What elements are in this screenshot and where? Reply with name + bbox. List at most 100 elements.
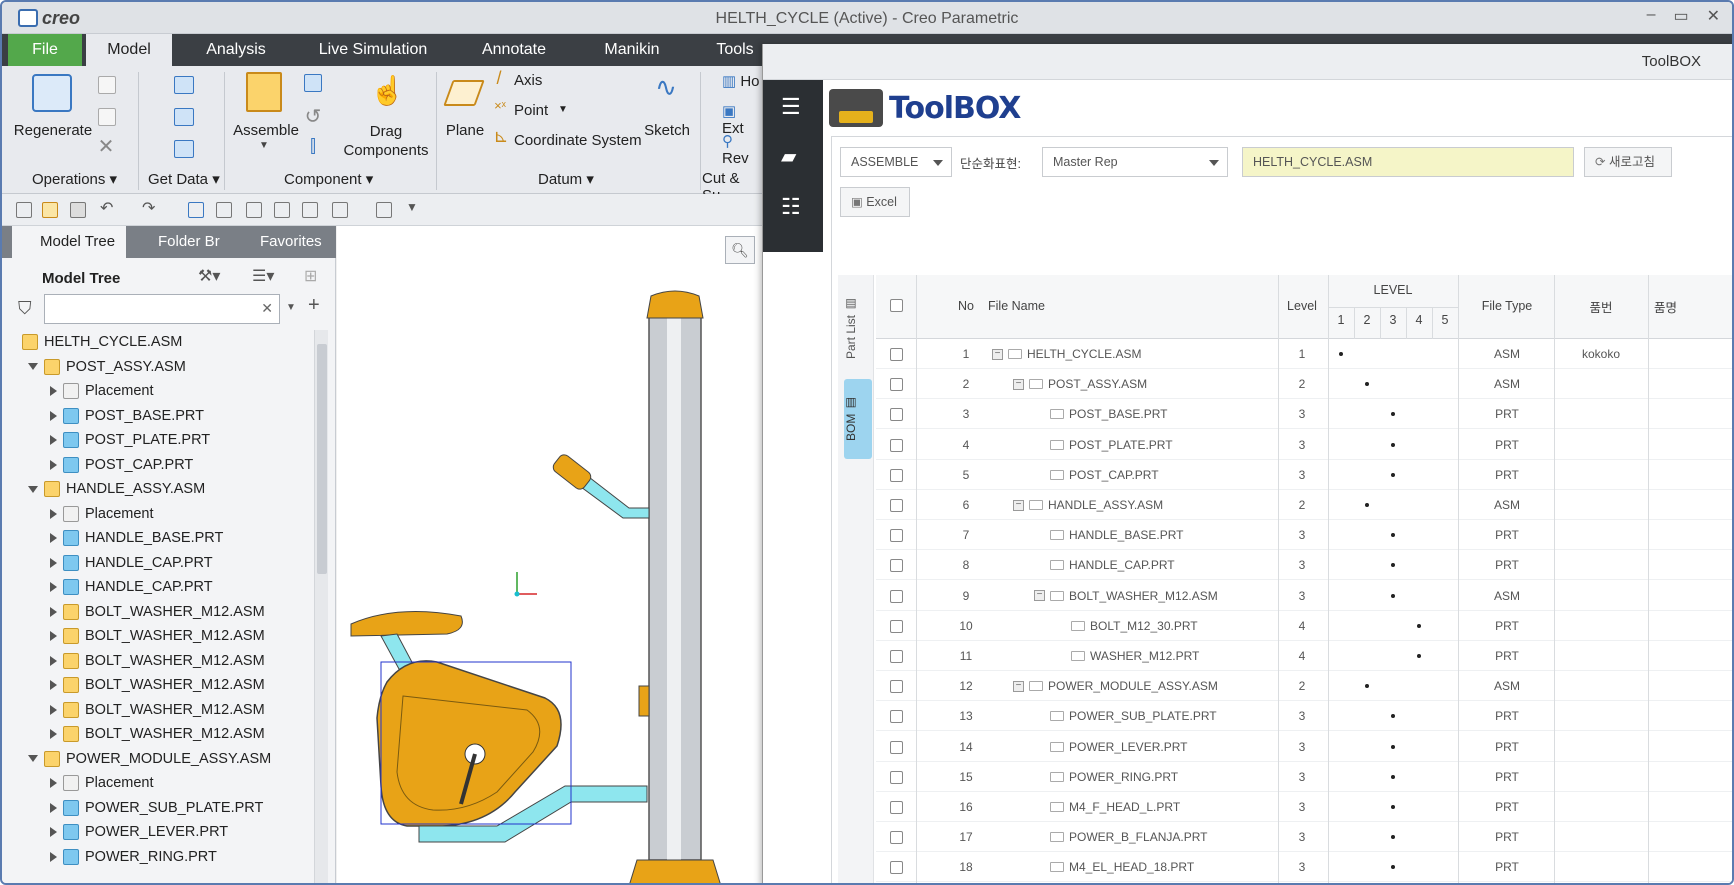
- point-button[interactable]: Point: [514, 102, 548, 119]
- collapse-icon[interactable]: −: [992, 348, 1003, 360]
- expand-arrow-icon[interactable]: [50, 533, 57, 543]
- filter-icon[interactable]: ⛉: [18, 298, 32, 319]
- collapse-icon[interactable]: −: [1034, 590, 1045, 602]
- tab-live-simulation[interactable]: Live Simulation: [308, 34, 438, 66]
- close-window-icon[interactable]: [376, 202, 392, 218]
- plane-icon[interactable]: [443, 80, 485, 106]
- group-get-data[interactable]: Get Data ▾: [148, 170, 220, 188]
- clear-search-icon[interactable]: ✕: [261, 300, 273, 317]
- rep-select[interactable]: Master Rep: [1042, 147, 1228, 177]
- tab-folder-browser[interactable]: Folder Br: [130, 226, 226, 258]
- assemble-dropdown-icon[interactable]: ▼: [258, 140, 270, 151]
- coordinate-system-icon[interactable]: ⊾: [492, 126, 510, 147]
- row-checkbox[interactable]: [890, 378, 903, 392]
- row-checkbox[interactable]: [890, 710, 903, 724]
- customize-dropdown-icon[interactable]: ▼: [406, 200, 422, 216]
- row-checkbox[interactable]: [890, 650, 903, 663]
- import-icon[interactable]: [174, 76, 194, 94]
- graphics-area[interactable]: 🔍︎: [337, 226, 762, 883]
- new-file-icon[interactable]: [16, 202, 32, 218]
- collapse-arrow-icon[interactable]: [28, 485, 38, 493]
- coordinate-system-button[interactable]: Coordinate System: [514, 132, 642, 149]
- tree-settings-icon[interactable]: ⚒▾: [198, 266, 220, 286]
- group-component[interactable]: Component ▾: [284, 170, 373, 188]
- expand-arrow-icon[interactable]: [50, 386, 57, 396]
- redo-icon[interactable]: ↷: [142, 198, 158, 217]
- tree-item[interactable]: HANDLE_BASE.PRT: [50, 526, 223, 550]
- tree-search-input[interactable]: ✕: [44, 294, 280, 324]
- tree-item[interactable]: Placement: [50, 379, 154, 403]
- tab-tools[interactable]: Tools: [702, 34, 768, 66]
- camera-icon[interactable]: [246, 202, 262, 218]
- bom-row[interactable]: 14 POWER_LEVER.PRT 3 PRT: [876, 732, 1732, 762]
- tree-item[interactable]: POWER_RING.PRT: [50, 845, 217, 869]
- maximize-button[interactable]: ▭: [1673, 6, 1688, 26]
- axis-icon[interactable]: /: [492, 68, 506, 89]
- collapse-icon[interactable]: −: [1013, 378, 1024, 390]
- row-checkbox[interactable]: [890, 740, 903, 754]
- repeat-icon[interactable]: ↺: [302, 104, 324, 129]
- col-file-type[interactable]: File Type: [1460, 299, 1554, 313]
- group-datum[interactable]: Datum ▾: [538, 170, 594, 188]
- delete-icon[interactable]: ✕: [96, 134, 116, 159]
- tree-item[interactable]: Placement: [50, 771, 154, 795]
- expand-arrow-icon[interactable]: [50, 851, 57, 862]
- expand-arrow-icon[interactable]: [50, 557, 57, 568]
- tree-item[interactable]: BOLT_WASHER_M12.ASM: [50, 649, 265, 673]
- expand-arrow-icon[interactable]: [50, 802, 57, 813]
- tree-item[interactable]: POWER_SUB_PLATE.PRT: [50, 796, 263, 820]
- col-no[interactable]: No: [946, 299, 986, 313]
- tree-item[interactable]: HELTH_CYCLE.ASM: [22, 330, 182, 354]
- open-file-icon[interactable]: [42, 202, 58, 218]
- row-checkbox[interactable]: [890, 559, 903, 573]
- row-checkbox[interactable]: [890, 831, 903, 845]
- bom-row[interactable]: 3 POST_BASE.PRT 3 PRT: [876, 399, 1732, 430]
- assemble-button[interactable]: Assemble: [228, 122, 304, 139]
- tree-scrollbar[interactable]: [314, 330, 328, 883]
- tree-item[interactable]: POST_ASSY.ASM: [28, 355, 186, 379]
- bom-row[interactable]: 15 POWER_RING.PRT 3 PRT: [876, 762, 1732, 792]
- windows-icon[interactable]: [332, 202, 348, 218]
- refresh-button[interactable]: ⟳ 새로고침: [1584, 147, 1672, 177]
- expand-arrow-icon[interactable]: [50, 435, 57, 445]
- row-checkbox[interactable]: [890, 438, 903, 452]
- copy-geometry-icon[interactable]: [174, 108, 194, 126]
- collapse-icon[interactable]: −: [1013, 680, 1024, 692]
- col-level[interactable]: Level: [1278, 299, 1326, 313]
- save-icon[interactable]: [70, 202, 86, 218]
- regenerate-small-icon[interactable]: [188, 202, 204, 218]
- expand-arrow-icon[interactable]: [50, 631, 57, 641]
- hamburger-menu-icon[interactable]: ☰: [781, 94, 805, 119]
- point-dropdown-icon[interactable]: ▼: [558, 104, 568, 115]
- collapse-arrow-icon[interactable]: [28, 363, 38, 370]
- text-icon[interactable]: [216, 202, 232, 218]
- select-all-checkbox[interactable]: [890, 299, 903, 312]
- minimize-button[interactable]: –: [1647, 6, 1656, 26]
- tree-item[interactable]: Placement: [50, 502, 154, 526]
- expand-arrow-icon[interactable]: [50, 606, 57, 617]
- tab-model[interactable]: Model: [86, 34, 172, 66]
- book-icon[interactable]: ▰: [781, 144, 805, 168]
- tab-part-list[interactable]: Part List ▤: [844, 291, 872, 365]
- window-icon[interactable]: [274, 202, 290, 218]
- expand-arrow-icon[interactable]: [50, 410, 57, 421]
- row-checkbox[interactable]: [890, 861, 903, 875]
- mirror-component-icon[interactable]: ⫿: [302, 136, 324, 157]
- regenerate-icon[interactable]: [32, 74, 72, 112]
- tree-item[interactable]: POWER_LEVER.PRT: [50, 820, 228, 844]
- drag-hand-icon[interactable]: ☝: [370, 74, 405, 107]
- row-checkbox[interactable]: [890, 408, 903, 422]
- tab-file[interactable]: File: [8, 34, 82, 66]
- close-button[interactable]: ✕: [1707, 6, 1720, 26]
- assemble-icon[interactable]: [246, 72, 282, 112]
- bom-row[interactable]: 7 HANDLE_BASE.PRT 3 PRT: [876, 520, 1732, 551]
- expand-arrow-icon[interactable]: [50, 508, 57, 519]
- tree-item[interactable]: HANDLE_CAP.PRT: [50, 551, 213, 575]
- tree-item[interactable]: BOLT_WASHER_M12.ASM: [50, 673, 265, 697]
- hole-button[interactable]: ▥ Ho: [722, 72, 760, 90]
- expand-arrow-icon[interactable]: [50, 582, 57, 592]
- tab-favorites[interactable]: Favorites: [232, 226, 332, 258]
- regenerate-button[interactable]: Regenerate: [10, 122, 96, 139]
- bom-row[interactable]: 18 M4_EL_HEAD_18.PRT 3 PRT: [876, 852, 1732, 883]
- check-icon[interactable]: [302, 202, 318, 218]
